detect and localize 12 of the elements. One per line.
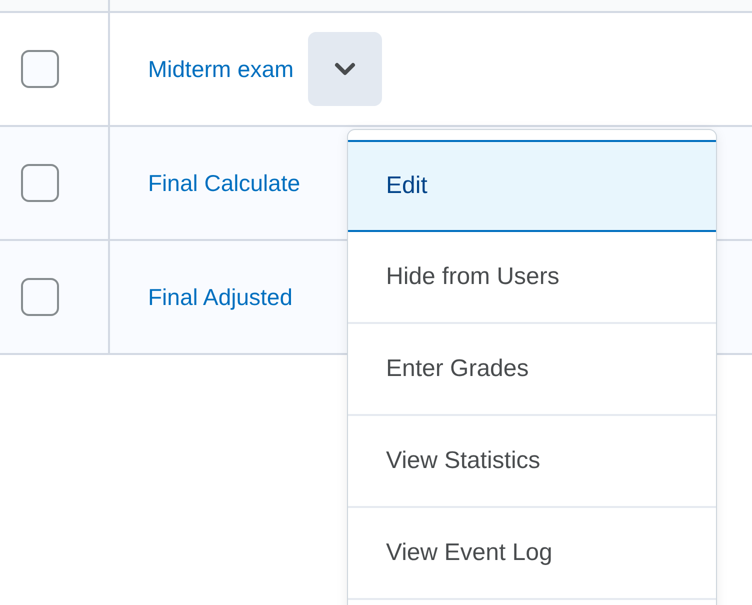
menu-item[interactable]: Edit — [348, 140, 716, 232]
menu-item[interactable]: View Event Log — [348, 508, 716, 600]
menu-item[interactable]: View Statistics — [348, 416, 716, 508]
checkbox[interactable] — [21, 50, 59, 88]
menu-item[interactable]: Enter Grades — [348, 324, 716, 416]
grade-item-link[interactable]: Final Adjusted — [148, 284, 292, 310]
grade-item-link[interactable]: Midterm exam — [148, 56, 294, 82]
checkbox[interactable] — [21, 278, 59, 316]
menu-item[interactable]: Hide from Users — [348, 232, 716, 324]
chevron-down-icon — [334, 62, 356, 76]
checkbox[interactable] — [21, 164, 59, 202]
grade-item-link[interactable]: Final Calculate — [148, 170, 300, 196]
